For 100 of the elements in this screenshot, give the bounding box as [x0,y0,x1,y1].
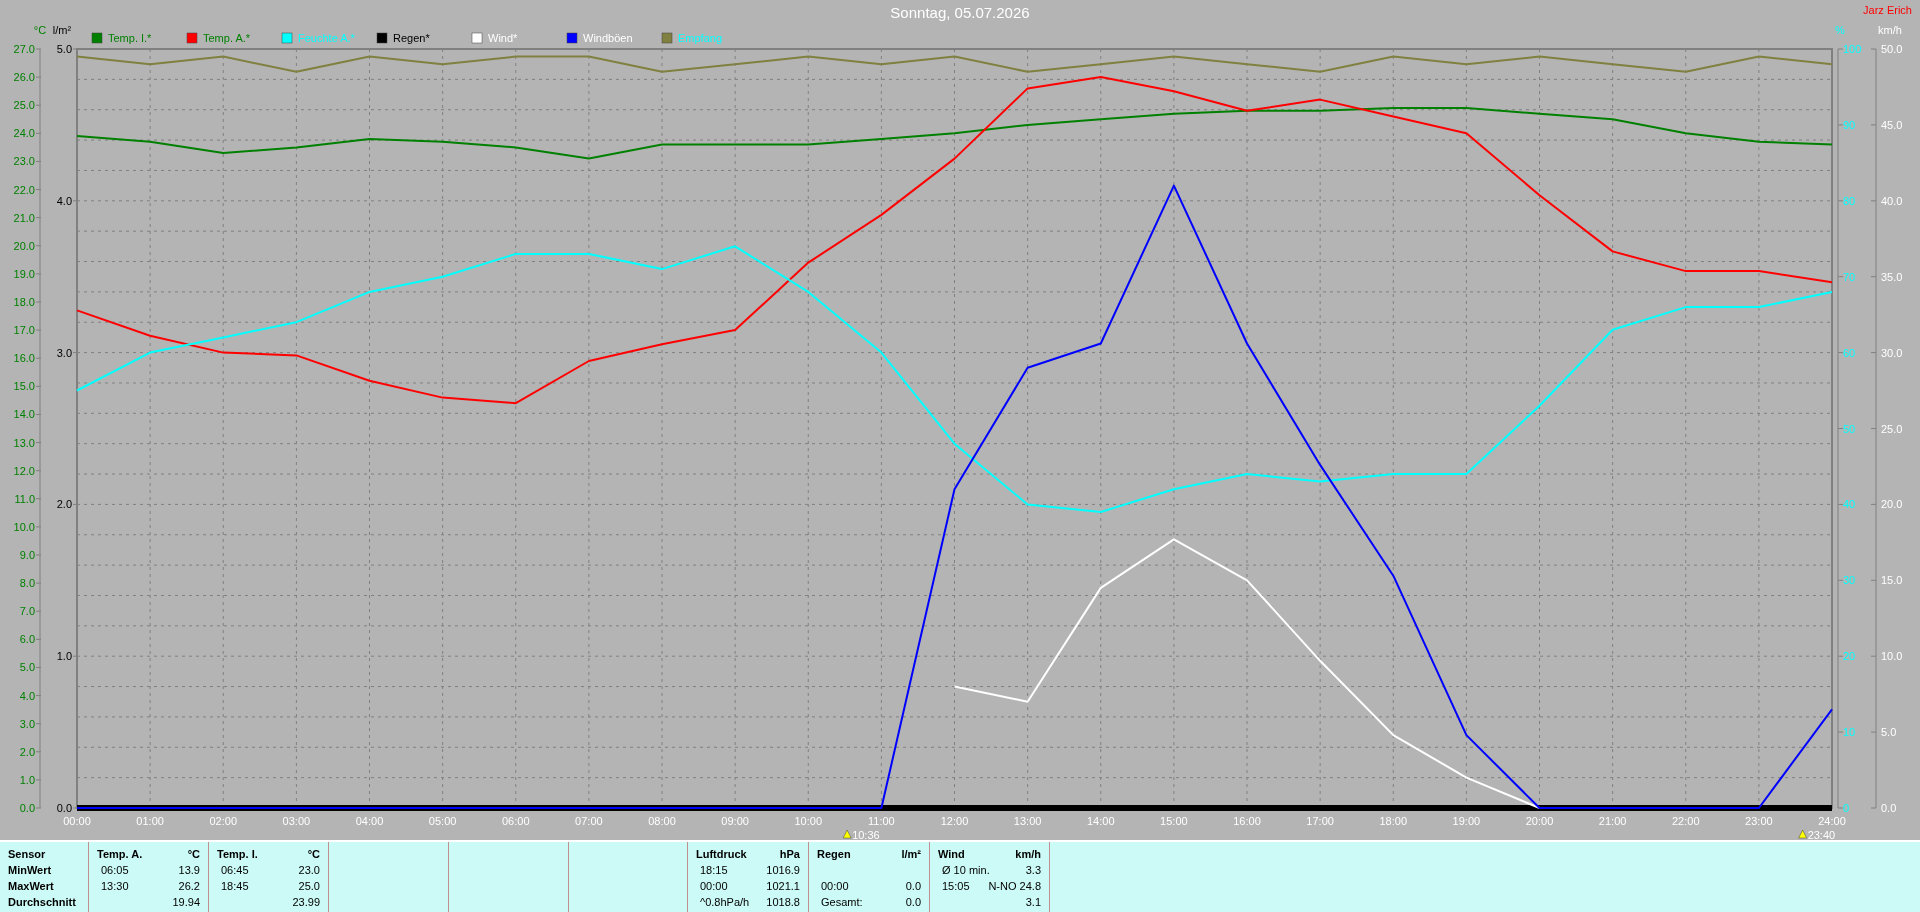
axis-tick-label: 11.0 [14,492,35,505]
time-cell-text: 18:15 [699,863,728,878]
time-cell-text: Ø 10 min. [941,863,990,878]
axis-tick-label: 0.0 [19,802,35,814]
legend-label: Temp. I.* [108,32,152,44]
time-cell-text: 06:05 [100,863,129,878]
x-axis-label: 10:00 [794,815,822,827]
unit-header: °C [307,847,320,862]
axis-tick-label: 50.0 [1881,43,1903,55]
axis-tick-label: 45.0 [1881,118,1903,131]
value-cell-text: 13.9 [178,863,200,878]
axis-tick-label: 40 [1843,498,1856,511]
time-cell-text: ^0.8hPa/h [699,895,750,910]
x-axis-label: 08:00 [648,815,676,827]
axis-tick-label: 13.0 [13,436,35,449]
axis-tick-label: 5.0 [19,661,35,674]
axis-tick-label: 27.0 [13,43,35,55]
column-header: Regen [817,847,851,862]
column-header: Luftdruck [696,847,747,862]
legend-label: Windböen [583,32,633,44]
axis-tick-label: 21.0 [13,211,35,224]
unit-header: l/m² [901,847,921,862]
axis-tick-label: 9.0 [19,549,35,561]
axis-tick-label: 0 [1843,802,1850,814]
x-axis-label: 18:00 [1379,815,1407,827]
value-cell-text: 0.0 [905,895,921,910]
row-label: Durchschnitt [8,895,77,910]
x-axis-label: 11:00 [868,815,895,827]
value-cell-text: 0.0 [905,879,921,894]
legend-label: Wind* [488,32,518,44]
axis-tick-label: 10.0 [13,520,35,533]
axis-tick-label: 100 [1843,43,1862,55]
value-cell-text: 1021.1 [766,879,800,894]
x-axis-label: 14:00 [1087,815,1115,827]
value-cell-text: 23.99 [292,895,320,910]
axis-tick-label: 5.0 [56,43,72,55]
axis-tick-label: 30.0 [1881,346,1903,359]
legend-label: Regen* [393,32,430,44]
axis-tick-label: 40.0 [1881,194,1903,207]
x-axis-label: 02:00 [209,815,237,827]
axis-tick-label: 10 [1843,726,1856,739]
axis-tick-label: 22.0 [13,183,35,196]
axis-unit-label: % [1835,24,1845,36]
x-axis-label: 17:00 [1306,815,1334,827]
legend-label: Feuchte A.* [298,32,355,44]
unit-header: °C [187,847,200,862]
value-cell-text: 3.1 [1025,895,1041,910]
row-label: MinWert [8,863,53,878]
axis-tick-label: 25.0 [13,99,35,112]
x-axis-label: 20:00 [1525,815,1554,827]
axis-tick-label: 17.0 [13,324,35,337]
axis-tick-label: 16.0 [13,352,35,365]
axis-tick-label: 18.0 [13,296,35,308]
value-cell-text: N-NO 24.8 [988,879,1041,894]
unit-header: km/h [1015,847,1041,862]
axis-tick-label: 50 [1843,422,1856,435]
x-axis-label: 23:00 [1745,815,1773,827]
legend-label: Temp. A.* [203,32,251,44]
row-label: MaxWert [8,879,55,894]
x-axis-label: 00:00 [63,815,91,827]
x-axis-label: 06:00 [502,815,530,827]
time-marker-label: 10:36 [852,829,880,840]
axis-tick-label: 25.0 [1881,422,1903,435]
axis-tick-label: 3.0 [56,346,72,359]
column-header: Temp. A. [97,847,143,862]
time-marker-label: 23:40 [1807,829,1836,840]
value-cell-text: 25.0 [298,879,320,894]
column-header: Temp. I. [217,847,258,862]
column-header: Wind [938,847,965,862]
chart-title: Sonntag, 05.07.2026 [890,4,1030,21]
author-label: Jarz Erich [1863,4,1912,16]
axis-tick-label: 14.0 [13,408,35,421]
axis-tick-label: 8.0 [19,577,35,590]
axis-tick-label: 15.0 [13,380,35,393]
axis-tick-label: 15.0 [1881,574,1903,587]
axis-tick-label: 6.0 [19,633,35,646]
value-cell-text: 1016.9 [766,863,800,878]
axis-tick-label: 19.0 [13,267,35,280]
value-cell-text: 19.94 [172,895,200,910]
time-cell-text: 00:00 [820,879,849,894]
time-cell-text: 06:45 [220,863,249,878]
axis-tick-label: 4.0 [56,194,72,207]
axis-tick-label: 1.0 [19,773,35,786]
x-axis-label: 09:00 [721,815,749,827]
axis-tick-label: 12.0 [13,464,35,477]
unit-header: hPa [779,847,800,862]
x-axis-label: 24:00 [1818,815,1846,827]
x-axis-label: 15:00 [1160,815,1188,827]
axis-tick-label: 20 [1843,650,1856,663]
axis-tick-label: 35.0 [1881,270,1903,283]
axis-unit-label: °C [33,24,47,36]
axis-tick-label: 70 [1843,270,1856,283]
legend-label: Empfang [678,32,723,44]
x-axis-label: 04:00 [355,815,384,827]
axis-tick-label: 10.0 [1881,650,1903,663]
axis-unit-label: l/m² [52,24,72,36]
x-axis-label: 22:00 [1672,815,1700,827]
axis-tick-label: 20.0 [1881,498,1903,511]
value-cell-text: 23.0 [298,863,320,878]
x-axis-label: 12:00 [940,815,969,827]
